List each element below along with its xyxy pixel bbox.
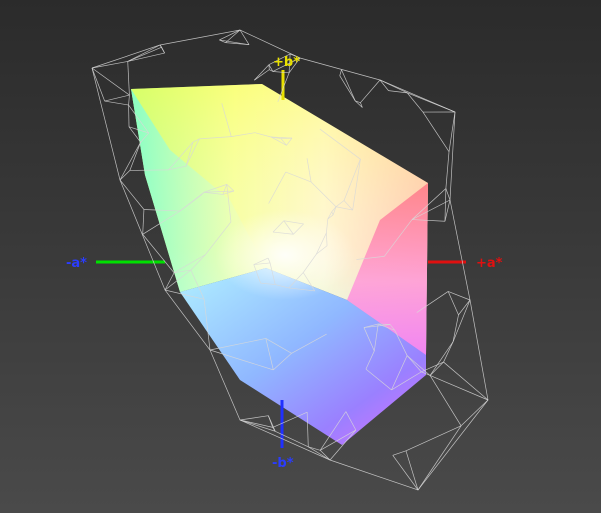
wireframe-edge xyxy=(308,446,331,461)
axis-label-neg-a: -a* xyxy=(66,256,87,271)
wireframe-edge xyxy=(272,71,290,74)
wireframe-edge xyxy=(119,170,131,181)
wireframe-edge xyxy=(129,142,141,171)
wireframe-edge xyxy=(445,188,451,201)
wireframe-edge xyxy=(142,209,145,235)
gamut-3d-plot[interactable]: +b* -b* +a* -a* xyxy=(0,0,601,513)
wireframe-edge xyxy=(161,47,165,54)
wireframe-edge xyxy=(444,188,447,222)
wireframe-edge xyxy=(104,100,129,106)
wireframe-edge xyxy=(272,411,308,428)
wireframe-edge xyxy=(104,94,130,102)
wireframe-edge xyxy=(405,450,419,491)
wireframe-edge xyxy=(341,69,356,102)
wireframe-edge xyxy=(119,142,141,181)
wireframe-edge xyxy=(239,415,269,421)
wireframe-edge xyxy=(164,272,175,291)
wireframe-edge xyxy=(119,179,145,210)
gamut-white-point xyxy=(215,210,355,300)
wireframe-edge xyxy=(239,419,273,428)
wireframe-edge xyxy=(239,419,276,432)
wireframe-edge xyxy=(127,61,130,96)
axis-label-neg-b: -b* xyxy=(272,456,294,471)
wireframe-edge xyxy=(268,415,276,432)
axis-label-pos-b: +b* xyxy=(273,55,300,70)
axis-label-pos-a: +a* xyxy=(476,256,503,271)
wireframe-edge xyxy=(91,61,128,69)
wireframe-edge xyxy=(452,299,471,342)
wireframe-edge xyxy=(429,375,462,426)
wireframe-edge xyxy=(445,151,450,189)
wireframe-edge xyxy=(392,450,407,456)
wireframe-edge xyxy=(308,446,321,451)
wireframe-edge xyxy=(128,95,130,106)
wireframe-edge xyxy=(460,399,489,427)
wireframe-edge xyxy=(339,69,342,76)
wireframe-edge xyxy=(339,75,356,102)
wireframe-edge xyxy=(127,44,161,62)
wireframe-edge xyxy=(422,111,450,152)
wireframe-edge xyxy=(443,361,489,401)
wireframe-edge xyxy=(443,341,454,363)
wireframe-edge xyxy=(225,29,241,43)
gamut-viewer[interactable]: +b* -b* +a* -a* xyxy=(0,0,601,513)
wireframe-edge xyxy=(392,455,419,491)
wireframe-edge xyxy=(275,430,309,448)
wireframe-edge xyxy=(429,361,444,376)
wireframe-edge xyxy=(458,299,471,316)
wireframe-edge xyxy=(360,79,381,103)
wireframe-edge xyxy=(254,64,270,81)
wireframe-edge xyxy=(407,92,456,113)
wireframe-edge xyxy=(254,69,270,81)
wireframe-edge xyxy=(429,341,454,376)
wireframe-edge xyxy=(452,314,459,342)
wireframe-edge xyxy=(219,29,241,41)
wireframe-edge xyxy=(429,375,489,401)
